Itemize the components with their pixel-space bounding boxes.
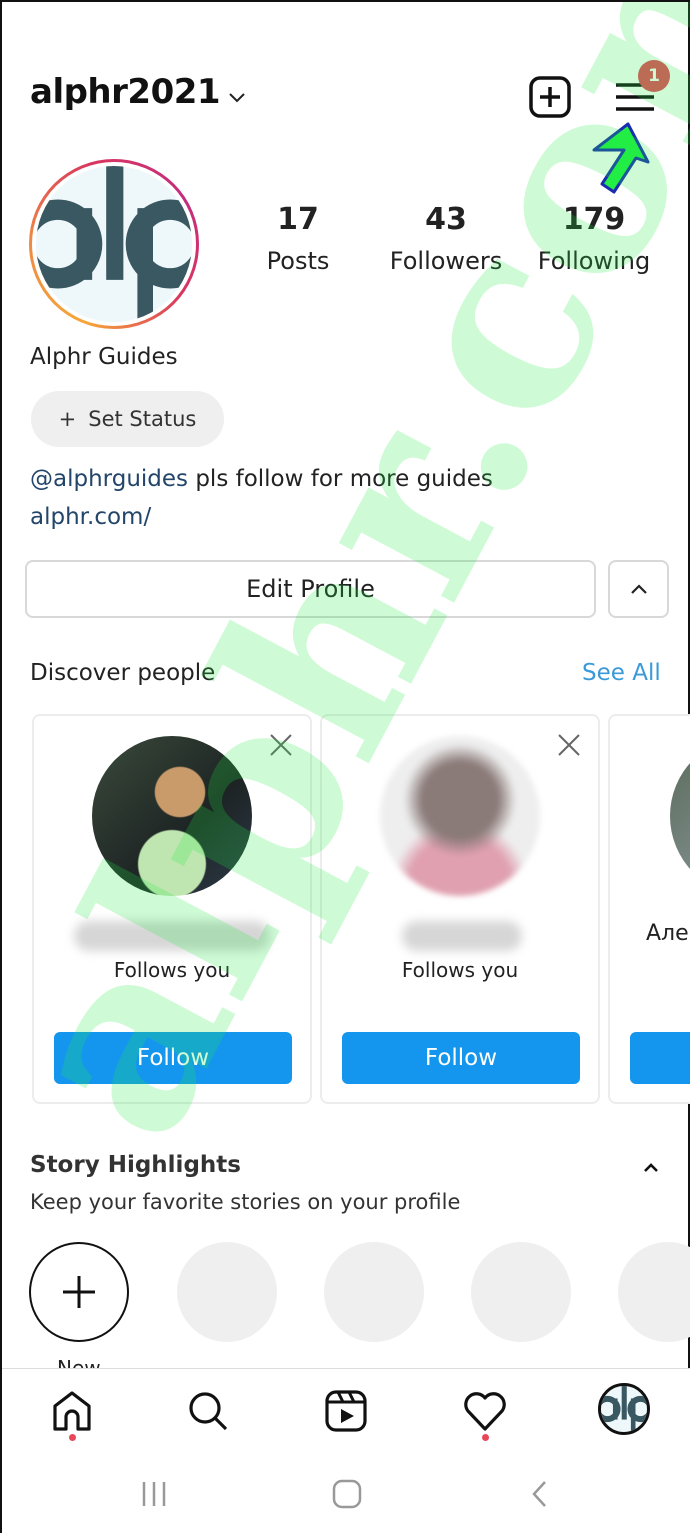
close-icon[interactable] — [556, 732, 582, 758]
suggestions-toggle-button[interactable] — [608, 560, 669, 618]
posts-stat[interactable]: 17 Posts — [228, 202, 368, 275]
chevron-up-icon[interactable] — [640, 1157, 662, 1179]
recent-apps-button[interactable] — [132, 1474, 176, 1514]
set-status-button[interactable]: + Set Status — [31, 391, 224, 447]
follow-button[interactable] — [630, 1032, 690, 1084]
follows-you-label: Follows you — [113, 958, 231, 982]
nav-home[interactable] — [48, 1387, 96, 1435]
home-system-button[interactable] — [325, 1474, 369, 1514]
new-highlight-button[interactable] — [29, 1242, 129, 1342]
set-status-label: Set Status — [88, 407, 197, 431]
bio-text: pls follow for more guides — [188, 466, 493, 492]
plus-icon: + — [58, 407, 77, 431]
activity-notification-dot — [482, 1434, 489, 1441]
discover-people-title: Discover people — [30, 660, 216, 686]
stat-label: Following — [537, 247, 651, 275]
nav-profile[interactable] — [598, 1383, 650, 1435]
profile-avatar-icon — [601, 1386, 647, 1432]
new-highlight-label: New — [57, 1356, 101, 1368]
chevron-down-icon[interactable] — [226, 86, 248, 108]
follow-button[interactable]: Follow — [342, 1032, 580, 1084]
suggestion-card: Follows you Follow — [32, 714, 312, 1104]
recent-apps-icon — [142, 1482, 166, 1506]
stat-value: 43 — [425, 202, 467, 237]
home-notification-dot — [69, 1434, 76, 1441]
suggestion-name: Але — [646, 921, 689, 946]
search-icon — [189, 1392, 228, 1431]
highlight-placeholder — [618, 1242, 690, 1342]
suggestion-card: Але — [608, 714, 690, 1104]
notification-badge: 1 — [638, 60, 670, 92]
story-highlights-subtitle: Keep your favorite stories on your profi… — [30, 1190, 461, 1214]
stat-label: Posts — [266, 247, 330, 275]
alphr-logo-icon — [36, 166, 192, 322]
profile-avatar[interactable] — [29, 159, 199, 329]
bio: @alphrguides pls follow for more guides — [30, 466, 493, 492]
home-system-icon — [332, 1479, 362, 1509]
back-button[interactable] — [518, 1474, 562, 1514]
new-post-icon[interactable] — [528, 75, 572, 119]
annotation-arrow-icon — [592, 122, 650, 194]
blurred-username — [402, 921, 522, 951]
highlight-placeholder — [177, 1242, 277, 1342]
bottom-navigation — [2, 1368, 690, 1454]
account-switcher[interactable]: alphr2021 — [30, 72, 221, 112]
story-highlights-title: Story Highlights — [30, 1152, 241, 1178]
display-name: Alphr Guides — [30, 344, 178, 370]
website-link[interactable]: alphr.com/ — [30, 504, 151, 530]
home-icon — [53, 1391, 91, 1431]
followers-stat[interactable]: 43 Followers — [376, 202, 516, 275]
bio-mention-link[interactable]: @alphrguides — [30, 466, 188, 492]
chevron-up-icon — [630, 584, 647, 594]
highlight-placeholder — [471, 1242, 571, 1342]
edit-profile-button[interactable]: Edit Profile — [25, 560, 596, 618]
stat-value: 17 — [277, 202, 319, 237]
nav-activity[interactable] — [461, 1387, 509, 1435]
suggestion-avatar[interactable] — [380, 736, 540, 896]
system-navigation-bar — [2, 1454, 690, 1533]
highlight-placeholder — [324, 1242, 424, 1342]
nav-reels[interactable] — [322, 1387, 370, 1435]
stat-label: Followers — [389, 247, 503, 275]
close-icon[interactable] — [268, 732, 294, 758]
plus-icon — [63, 1276, 95, 1308]
follow-button[interactable]: Follow — [54, 1032, 292, 1084]
see-all-link[interactable]: See All — [582, 660, 661, 686]
following-stat[interactable]: 179 Following — [524, 202, 664, 275]
nav-search[interactable] — [184, 1387, 232, 1435]
stat-value: 179 — [562, 202, 626, 237]
reels-icon — [325, 1390, 367, 1432]
back-icon — [532, 1481, 546, 1507]
follows-you-label: Follows you — [401, 958, 519, 982]
blurred-username — [74, 921, 270, 951]
suggestion-avatar[interactable] — [670, 736, 690, 896]
suggestion-card: Follows you Follow — [320, 714, 600, 1104]
heart-icon — [464, 1392, 506, 1431]
suggestion-avatar[interactable] — [92, 736, 252, 896]
